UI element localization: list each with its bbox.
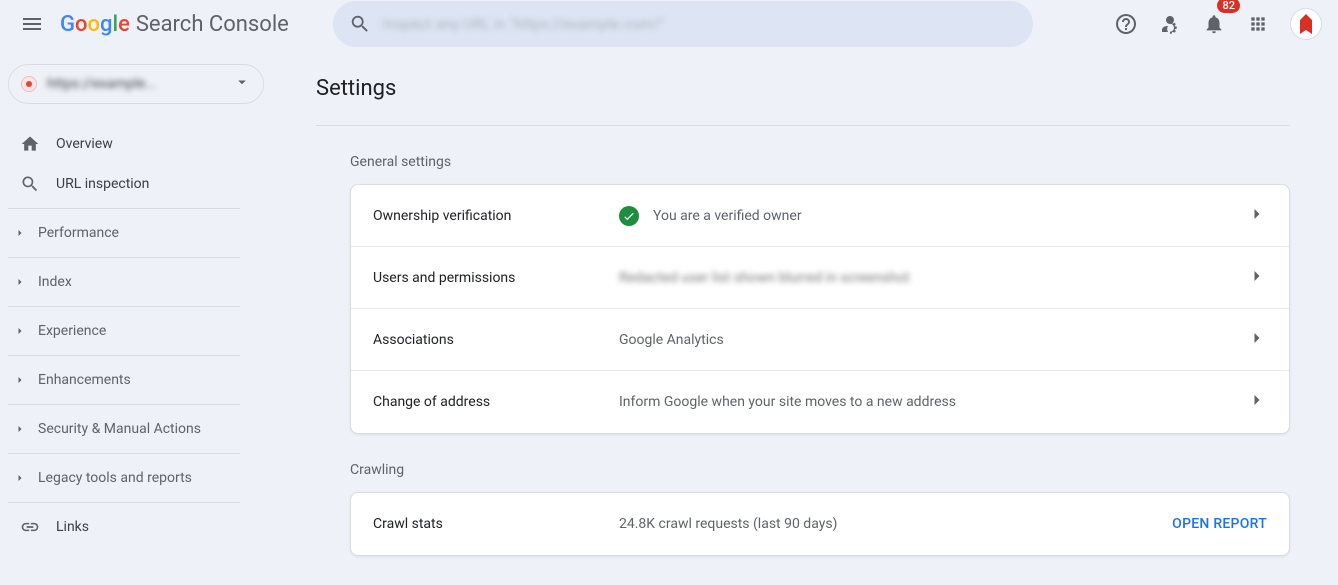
caret-right-icon	[14, 227, 28, 239]
help-button[interactable]	[1106, 4, 1146, 44]
row-value: 24.8K crawl requests (last 90 days)	[619, 516, 1172, 532]
row-change-address[interactable]: Change of address Inform Google when you…	[351, 371, 1289, 433]
general-settings-card: Ownership verification You are a verifie…	[350, 184, 1290, 434]
row-value: Inform Google when your site moves to a …	[619, 394, 1247, 410]
caret-right-icon	[14, 374, 28, 386]
row-ownership-verification[interactable]: Ownership verification You are a verifie…	[351, 185, 1289, 247]
row-associations[interactable]: Associations Google Analytics	[351, 309, 1289, 371]
sidebar-item-label: Links	[56, 519, 89, 535]
row-label: Users and permissions	[373, 270, 619, 286]
category-label: Legacy tools and reports	[38, 470, 192, 486]
notifications-button[interactable]: 82	[1194, 4, 1234, 44]
chevron-right-icon	[1247, 390, 1267, 414]
page-title: Settings	[316, 76, 1290, 126]
sidebar: https://example... Overview URL inspecti…	[0, 48, 280, 585]
caret-right-icon	[14, 472, 28, 484]
row-value: Redacted user list shown blurred in scre…	[619, 270, 1247, 286]
sidebar-category-security[interactable]: Security & Manual Actions	[0, 409, 280, 449]
menu-button[interactable]	[8, 0, 56, 48]
url-inspect-search[interactable]: Inspect any URL in "https://example.com/…	[333, 1, 1033, 47]
sidebar-category-legacy[interactable]: Legacy tools and reports	[0, 458, 280, 498]
open-report-link[interactable]: OPEN REPORT	[1172, 516, 1267, 532]
sidebar-category-experience[interactable]: Experience	[0, 311, 280, 351]
category-label: Security & Manual Actions	[38, 421, 201, 437]
row-label: Ownership verification	[373, 208, 619, 224]
sidebar-item-links[interactable]: Links	[0, 507, 280, 547]
google-apps-button[interactable]	[1238, 4, 1278, 44]
chevron-down-icon	[233, 73, 251, 95]
sidebar-category-performance[interactable]: Performance	[0, 213, 280, 253]
sidebar-item-url-inspection[interactable]: URL inspection	[0, 164, 280, 204]
category-label: Experience	[38, 323, 106, 339]
category-label: Enhancements	[38, 372, 131, 388]
caret-right-icon	[14, 276, 28, 288]
row-users-permissions[interactable]: Users and permissions Redacted user list…	[351, 247, 1289, 309]
notification-badge: 82	[1217, 0, 1240, 13]
sidebar-item-label: Overview	[56, 136, 113, 152]
row-label: Change of address	[373, 394, 619, 410]
caret-right-icon	[14, 423, 28, 435]
property-favicon	[21, 76, 37, 92]
google-search-console-logo: Google Search Console	[60, 12, 289, 37]
section-label-crawling: Crawling	[350, 462, 1290, 478]
caret-right-icon	[14, 325, 28, 337]
check-circle-icon	[619, 206, 639, 226]
main-content: Settings General settings Ownership veri…	[280, 48, 1338, 585]
row-value: Google Analytics	[619, 332, 1247, 348]
sidebar-item-overview[interactable]: Overview	[0, 124, 280, 164]
sidebar-category-index[interactable]: Index	[0, 262, 280, 302]
category-label: Index	[38, 274, 72, 290]
sidebar-category-enhancements[interactable]: Enhancements	[0, 360, 280, 400]
sidebar-item-label: URL inspection	[56, 176, 149, 192]
chevron-right-icon	[1247, 204, 1267, 228]
search-placeholder: Inspect any URL in "https://example.com/…	[383, 15, 664, 33]
row-value: You are a verified owner	[653, 208, 802, 224]
manage-users-button[interactable]	[1150, 4, 1190, 44]
property-name: https://example...	[47, 76, 233, 92]
row-label: Crawl stats	[373, 516, 619, 532]
logo-text: Search Console	[136, 12, 289, 37]
row-label: Associations	[373, 332, 619, 348]
links-icon	[20, 517, 40, 537]
chevron-right-icon	[1247, 328, 1267, 352]
search-icon	[20, 174, 40, 194]
search-icon	[349, 13, 371, 35]
home-icon	[20, 134, 40, 154]
category-label: Performance	[38, 225, 119, 241]
crawling-card: Crawl stats 24.8K crawl requests (last 9…	[350, 492, 1290, 556]
property-selector[interactable]: https://example...	[8, 64, 264, 104]
row-crawl-stats[interactable]: Crawl stats 24.8K crawl requests (last 9…	[351, 493, 1289, 555]
account-avatar[interactable]	[1290, 8, 1322, 40]
section-label-general: General settings	[350, 154, 1290, 170]
avatar-icon	[1300, 14, 1312, 34]
chevron-right-icon	[1247, 266, 1267, 290]
